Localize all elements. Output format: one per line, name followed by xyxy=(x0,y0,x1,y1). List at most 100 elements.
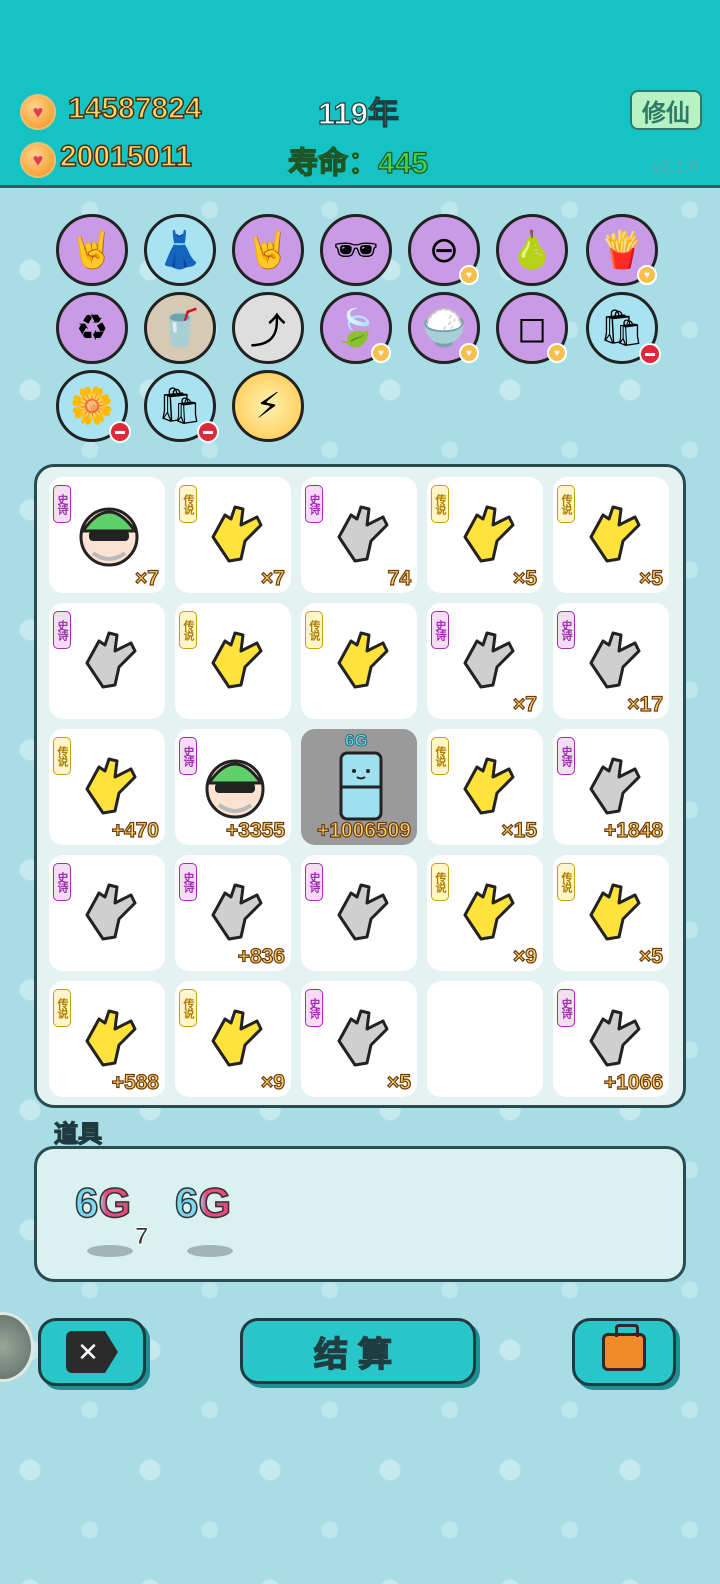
hand-icon xyxy=(201,1001,269,1073)
heart-badge-icon: ♥ xyxy=(637,265,657,285)
hand-icon xyxy=(75,1001,143,1073)
board-cell[interactable] xyxy=(427,981,543,1097)
trash-bag-icon[interactable]: 🛍 xyxy=(144,370,219,443)
cell-count: ×7 xyxy=(260,566,285,590)
heart-badge-icon: ♥ xyxy=(547,343,567,363)
board-cell[interactable]: 史诗 74 xyxy=(301,477,417,593)
leaf-icon[interactable]: 🍃 ♥ xyxy=(320,292,392,364)
board-cell[interactable]: 传说 +470 xyxy=(49,729,165,845)
face-icon xyxy=(75,497,143,569)
rarity-tag: 传说 xyxy=(53,989,71,1027)
rarity-tag: 传说 xyxy=(179,485,197,523)
board-cell[interactable]: 传说 ×7 xyxy=(175,477,291,593)
minus-badge-icon[interactable] xyxy=(639,343,661,365)
hand-icon xyxy=(75,623,143,695)
props-panel: 6G 7 6G xyxy=(34,1146,686,1282)
board-cell[interactable]: 史诗 +1848 xyxy=(553,729,669,845)
hand-icon xyxy=(453,497,521,569)
lightning-icon[interactable]: ⚡ xyxy=(232,370,304,442)
cell-count: +470 xyxy=(111,818,160,842)
sunglasses-fruit-icon[interactable]: 🕶 xyxy=(320,214,392,286)
cell-count: +1066 xyxy=(603,1070,663,1094)
hand-icon xyxy=(75,875,143,947)
board-cell[interactable]: 传说 ×5 xyxy=(553,855,669,971)
hand-icon xyxy=(579,875,647,947)
board-cell[interactable]: 传说 ×5 xyxy=(427,477,543,593)
hand-icon xyxy=(453,623,521,695)
board-cell[interactable]: 史诗 ×7 xyxy=(49,477,165,593)
hand-icon xyxy=(201,623,269,695)
fries-icon[interactable]: 🍟 ♥ xyxy=(586,214,658,286)
flower-pot-icon[interactable]: 🌼 xyxy=(56,370,131,443)
prop-6g-item[interactable]: 6G xyxy=(174,1167,255,1257)
rarity-tag: 史诗 xyxy=(53,485,71,523)
rarity-tag: 史诗 xyxy=(557,611,575,649)
prop-6g-label: 6G xyxy=(74,1178,132,1227)
board-cell[interactable]: 传说 xyxy=(175,603,291,719)
board-cell[interactable]: 史诗 xyxy=(49,603,165,719)
hand-icon xyxy=(327,497,395,569)
rice-bowl-icon[interactable]: 🍚 ♥ xyxy=(408,292,480,364)
board-cell[interactable]: 传说 ×5 xyxy=(553,477,669,593)
hand-icon xyxy=(453,875,521,947)
rock-hand-icon[interactable]: 🤘 xyxy=(232,214,304,286)
rarity-tag: 史诗 xyxy=(557,737,575,775)
face-icon xyxy=(201,749,269,821)
pomelo-icon[interactable]: 🍐 xyxy=(496,214,568,286)
cultivate-button[interactable]: 修仙 xyxy=(630,90,702,130)
hand-icon xyxy=(579,497,647,569)
cell-count: ×5 xyxy=(386,1070,411,1094)
briefcase-icon xyxy=(602,1324,646,1371)
settle-button[interactable]: 结算 xyxy=(240,1318,476,1384)
no-entry-icon[interactable]: ⊖ ♥ xyxy=(408,214,480,286)
rarity-tag: 传说 xyxy=(431,737,449,775)
rock-hand-icon[interactable]: 🤘 xyxy=(56,214,128,286)
rarity-tag: 传说 xyxy=(305,611,323,649)
board-cell[interactable]: 传说 +588 xyxy=(49,981,165,1097)
rarity-tag: 传说 xyxy=(179,611,197,649)
rarity-tag: 传说 xyxy=(557,863,575,901)
board-cell[interactable]: 传说 ×9 xyxy=(427,855,543,971)
rarity-tag: 史诗 xyxy=(431,611,449,649)
heart-coin-icon: ♥ xyxy=(20,94,56,130)
board-cell[interactable]: 史诗 ×7 xyxy=(427,603,543,719)
exit-button[interactable]: ✕ xyxy=(38,1318,146,1386)
rarity-tag: 史诗 xyxy=(179,863,197,901)
hand-icon xyxy=(327,623,395,695)
avatar[interactable] xyxy=(0,1312,34,1382)
rarity-tag: 传说 xyxy=(431,863,449,901)
skirt-icon[interactable]: 👗 xyxy=(144,214,216,286)
bubble-tea-icon[interactable]: 🥤 xyxy=(144,292,216,364)
cell-count: ×7 xyxy=(134,566,159,590)
board-cell[interactable]: 史诗 +3355 xyxy=(175,729,291,845)
hand-icon xyxy=(327,875,395,947)
board-cell[interactable]: 传说 ×15 xyxy=(427,729,543,845)
hand-icon xyxy=(453,749,521,821)
cell-count: +3355 xyxy=(225,818,285,842)
lifespan-title: 寿命： xyxy=(287,146,378,180)
cell-count: ×9 xyxy=(260,1070,285,1094)
minus-badge-icon[interactable] xyxy=(109,421,131,443)
board-cell[interactable]: 史诗 ×17 xyxy=(553,603,669,719)
board-cell[interactable]: 史诗 xyxy=(49,855,165,971)
hand-icon xyxy=(201,875,269,947)
board-cell[interactable]: 6G +1006509 xyxy=(301,729,417,845)
recycle-icon[interactable]: ♻ xyxy=(56,292,128,364)
arrow-card-icon[interactable]: ⤴ xyxy=(232,292,304,364)
minus-badge-icon[interactable] xyxy=(197,421,219,443)
trash-bag-icon[interactable]: 🛍 xyxy=(586,292,661,365)
board-cell[interactable]: 史诗 +1066 xyxy=(553,981,669,1097)
board-cell[interactable]: 传说 ×9 xyxy=(175,981,291,1097)
cell-count: ×7 xyxy=(512,692,537,716)
rarity-tag: 史诗 xyxy=(53,863,71,901)
cell-count: ×9 xyxy=(512,944,537,968)
board-cell[interactable]: 史诗 ×5 xyxy=(301,981,417,1097)
board-cell[interactable]: 史诗 xyxy=(301,855,417,971)
sugar-cubes-icon[interactable]: ◻ ♥ xyxy=(496,292,568,364)
rarity-tag: 传说 xyxy=(557,485,575,523)
board-cell[interactable]: 史诗 +836 xyxy=(175,855,291,971)
prop-6g-item[interactable]: 6G 7 xyxy=(74,1167,155,1257)
cell-count: +1006509 xyxy=(316,818,411,842)
board-cell[interactable]: 传说 xyxy=(301,603,417,719)
bag-button[interactable] xyxy=(572,1318,676,1386)
